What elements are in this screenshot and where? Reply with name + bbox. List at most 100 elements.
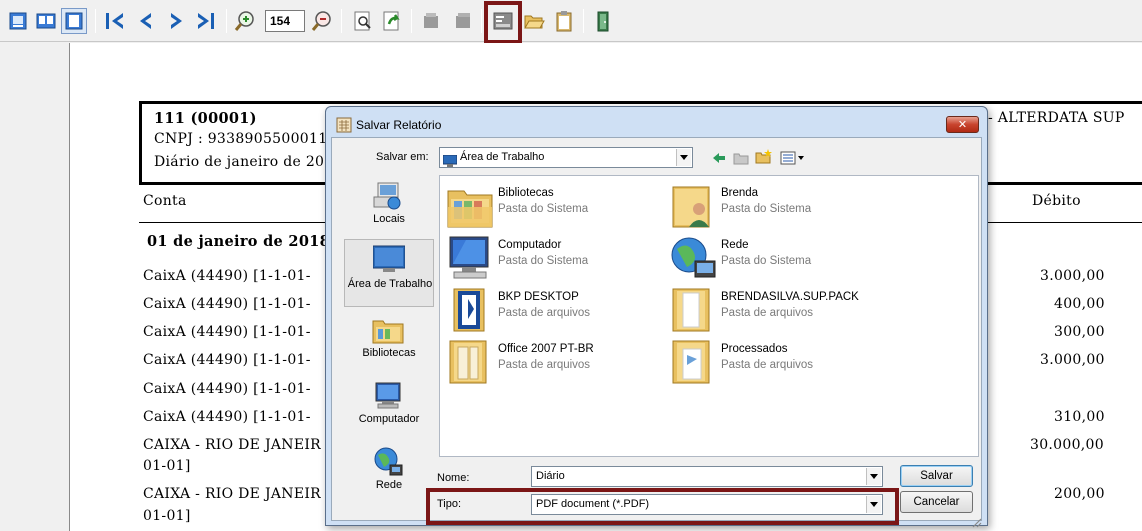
export-button-highlight xyxy=(484,1,522,44)
file-name: Office 2007 PT-BR xyxy=(498,343,594,355)
report-date: 01 de janeiro de 2018 xyxy=(147,233,330,250)
save-in-value: Área de Trabalho xyxy=(460,151,545,163)
file-list[interactable]: Bibliotecas Pasta do Sistema Brenda Past… xyxy=(439,175,979,457)
folder-icon xyxy=(446,339,494,389)
table-row-conta-cont: 01-01] xyxy=(143,458,191,474)
cancel-button[interactable]: Cancelar xyxy=(900,491,973,513)
save-in-dropdown[interactable]: Área de Trabalho xyxy=(439,147,693,168)
table-row-debito: 3.000,00 xyxy=(1040,352,1105,368)
prev-page-icon[interactable] xyxy=(133,8,159,34)
chevron-down-icon[interactable] xyxy=(866,468,881,485)
table-row-debito: 310,00 xyxy=(1054,409,1105,425)
place-rede[interactable]: Rede xyxy=(344,443,434,507)
folder-icon xyxy=(446,287,494,337)
page-fit-icon[interactable] xyxy=(61,8,87,34)
page-single-icon[interactable] xyxy=(5,8,31,34)
list-item[interactable]: BRENDASILVA.SUP.PACK Pasta de arquivos xyxy=(669,285,889,335)
table-row-conta: CaixA (44490) [1-1-01- xyxy=(143,352,311,368)
file-type: Pasta de arquivos xyxy=(498,359,591,371)
open-icon[interactable] xyxy=(521,8,547,34)
table-row-debito: 3.000,00 xyxy=(1040,268,1105,284)
dialog-title-bar[interactable]: Salvar Relatório ✕ xyxy=(326,107,987,137)
list-item[interactable]: Processados Pasta de arquivos xyxy=(669,337,889,387)
computer-icon xyxy=(446,235,494,285)
page-two-icon[interactable] xyxy=(33,8,59,34)
list-item[interactable]: BKP DESKTOP Pasta de arquivos xyxy=(446,285,666,335)
first-page-icon[interactable] xyxy=(102,8,128,34)
computer-icon xyxy=(372,381,404,415)
chevron-down-icon[interactable] xyxy=(676,149,691,166)
clipboard-icon[interactable] xyxy=(551,8,577,34)
zoom-out-icon[interactable] xyxy=(309,8,335,34)
up-folder-icon[interactable] xyxy=(733,150,749,169)
exit-icon[interactable] xyxy=(590,8,616,34)
table-row-conta-cont: 01-01] xyxy=(143,508,191,524)
list-item[interactable]: Computador Pasta do Sistema xyxy=(446,233,666,283)
file-name: Bibliotecas xyxy=(498,187,554,199)
recent-places-icon xyxy=(372,181,404,215)
list-item[interactable]: Rede Pasta do Sistema xyxy=(669,233,889,283)
file-name-input[interactable]: Diário xyxy=(531,466,883,487)
libraries-folder-icon xyxy=(446,183,494,233)
table-row-debito: 200,00 xyxy=(1054,486,1105,502)
file-name: BKP DESKTOP xyxy=(498,291,579,303)
back-icon[interactable] xyxy=(711,150,727,169)
save-in-label: Salvar em: xyxy=(376,151,429,163)
resize-grip-icon[interactable] xyxy=(970,513,982,531)
place-label: Área de Trabalho xyxy=(347,278,433,290)
file-type: Pasta de arquivos xyxy=(498,307,591,319)
file-type: Pasta do Sistema xyxy=(721,255,812,267)
next-page-icon[interactable] xyxy=(163,8,189,34)
new-folder-icon[interactable] xyxy=(755,148,773,168)
file-type: Pasta de arquivos xyxy=(721,307,814,319)
table-row-conta: CaixA (44490) [1-1-01- xyxy=(143,268,311,284)
file-type: Pasta do Sistema xyxy=(498,203,589,215)
desktop-icon xyxy=(442,152,458,171)
table-row-conta: CAIXA - RIO DE JANEIR xyxy=(143,437,322,453)
file-name-value: Diário xyxy=(536,470,565,482)
place-label: Computador xyxy=(358,413,420,425)
place-label: Rede xyxy=(375,479,403,491)
dialog-title: Salvar Relatório xyxy=(356,118,442,132)
libraries-folder-icon xyxy=(372,315,404,349)
place-area-de-trabalho[interactable]: Área de Trabalho xyxy=(344,239,434,307)
list-item[interactable]: Bibliotecas Pasta do Sistema xyxy=(446,181,666,231)
table-row-conta: CaixA (44490) [1-1-01- xyxy=(143,324,311,340)
zoom-in-icon[interactable] xyxy=(232,8,258,34)
close-button[interactable]: ✕ xyxy=(946,116,979,133)
report-title: Diário de janeiro de 201 xyxy=(154,154,334,170)
company-cnpj: CNPJ : 9338905500011 xyxy=(154,131,328,147)
save-report-dialog: Salvar Relatório ✕ Salvar em: Área de Tr… xyxy=(325,106,988,526)
view-menu-icon[interactable] xyxy=(780,150,806,169)
place-bibliotecas[interactable]: Bibliotecas xyxy=(344,311,434,375)
table-row-debito: 300,00 xyxy=(1054,324,1105,340)
folder-icon xyxy=(669,339,717,389)
file-type: Pasta do Sistema xyxy=(721,203,812,215)
report-toolbar xyxy=(0,0,1142,42)
place-computador[interactable]: Computador xyxy=(344,377,434,441)
table-row-debito: 30.000,00 xyxy=(1030,437,1104,453)
save-button[interactable]: Salvar xyxy=(900,465,973,487)
last-page-icon[interactable] xyxy=(193,8,219,34)
refresh-icon[interactable] xyxy=(379,8,405,34)
find-icon[interactable] xyxy=(350,8,376,34)
table-row-debito: 400,00 xyxy=(1054,296,1105,312)
user-folder-icon xyxy=(669,183,717,233)
desktop-icon xyxy=(372,244,406,278)
print-icon[interactable] xyxy=(418,8,444,34)
file-name: BRENDASILVA.SUP.PACK xyxy=(721,291,859,303)
places-bar: Locais Área de Trabalho Bibliotecas Comp… xyxy=(344,175,439,515)
place-locais[interactable]: Locais xyxy=(344,177,434,241)
zoom-level-input[interactable] xyxy=(265,10,305,32)
place-label: Bibliotecas xyxy=(362,347,416,359)
table-row-conta: CaixA (44490) [1-1-01- xyxy=(143,409,311,425)
list-item[interactable]: Brenda Pasta do Sistema xyxy=(669,181,889,231)
list-item[interactable]: Office 2007 PT-BR Pasta de arquivos xyxy=(446,337,666,387)
column-debito: Débito xyxy=(1032,193,1081,209)
place-label: Locais xyxy=(373,213,405,225)
column-conta: Conta xyxy=(143,193,187,209)
print-setup-icon[interactable] xyxy=(450,8,476,34)
file-name: Rede xyxy=(721,239,749,251)
file-type-highlight xyxy=(426,488,899,525)
name-label: Nome: xyxy=(437,472,470,484)
